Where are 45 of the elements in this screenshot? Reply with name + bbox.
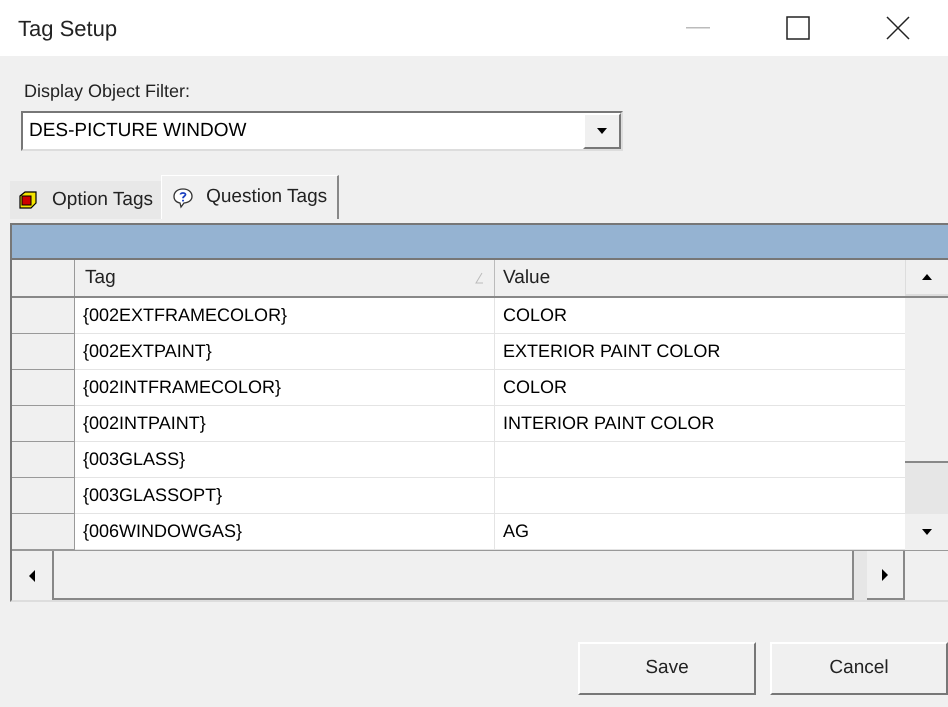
scroll-down-button[interactable] xyxy=(905,514,948,550)
maximize-icon xyxy=(786,16,810,40)
scroll-left-icon xyxy=(27,568,37,582)
row-header[interactable] xyxy=(12,514,75,550)
sort-indicator-icon xyxy=(474,272,484,284)
filter-label: Display Object Filter: xyxy=(24,80,192,103)
table-cell: {006WINDOWGAS} xyxy=(75,514,495,550)
table-cell: COLOR xyxy=(495,370,905,406)
tab[interactable]: Option Tags xyxy=(10,181,162,219)
table-cell: {003GLASSOPT} xyxy=(75,478,495,514)
table-cell: {002EXTPAINT} xyxy=(75,334,495,370)
dialog-button[interactable]: Cancel xyxy=(770,642,948,695)
table-cell: EXTERIOR PAINT COLOR xyxy=(495,334,905,370)
scroll-right-button[interactable] xyxy=(867,551,905,600)
object-filter-dropdown[interactable]: DES-PICTURE WINDOW xyxy=(21,111,623,151)
scroll-left-button[interactable] xyxy=(12,551,54,600)
column-header[interactable]: Value xyxy=(495,260,905,296)
table-cell: {002EXTFRAMECOLOR} xyxy=(75,298,495,334)
row-header[interactable] xyxy=(12,298,75,334)
scroll-up-button[interactable] xyxy=(905,260,948,296)
row-header[interactable] xyxy=(12,478,75,514)
scroll-down-icon xyxy=(920,527,932,537)
vertical-scrollbar[interactable] xyxy=(905,298,948,550)
table-cell: AG xyxy=(495,514,905,550)
dialog-button[interactable]: Save xyxy=(578,642,756,695)
row-header[interactable] xyxy=(12,370,75,406)
close-icon xyxy=(886,16,910,40)
question-bubble-icon xyxy=(172,186,194,208)
dropdown-arrow-icon xyxy=(596,126,608,136)
minimize-icon xyxy=(686,27,710,29)
column-header[interactable]: Tag xyxy=(75,260,495,296)
scrollbar-thumb[interactable] xyxy=(905,298,948,463)
cube-icon xyxy=(18,190,38,210)
table-cell: {002INTFRAMECOLOR} xyxy=(75,370,495,406)
table-cell: INTERIOR PAINT COLOR xyxy=(495,406,905,442)
row-header[interactable] xyxy=(12,334,75,370)
window-title: Tag Setup xyxy=(18,14,118,43)
scroll-up-icon xyxy=(921,272,933,282)
table-cell: {002INTPAINT} xyxy=(75,406,495,442)
row-header[interactable] xyxy=(12,442,75,478)
table-cell: COLOR xyxy=(495,298,905,334)
row-header[interactable] xyxy=(12,406,75,442)
scroll-right-icon xyxy=(880,568,890,582)
tab[interactable]: Question Tags xyxy=(161,175,340,219)
table-cell: {003GLASS} xyxy=(75,442,495,478)
